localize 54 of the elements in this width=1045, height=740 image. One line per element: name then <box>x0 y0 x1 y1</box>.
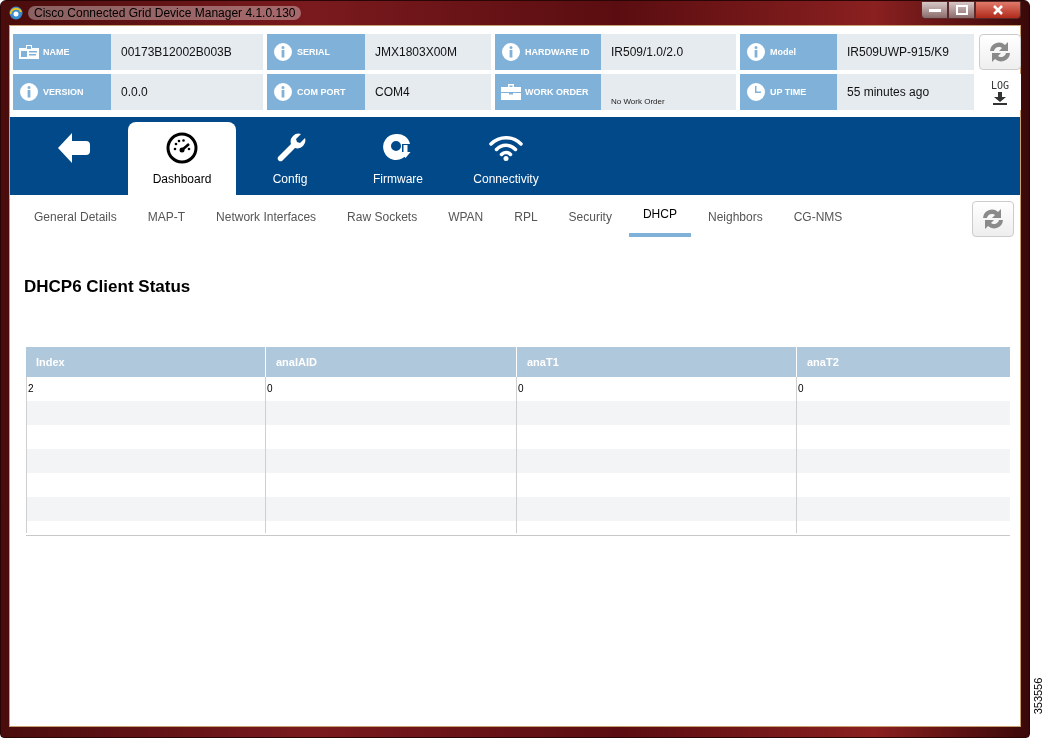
speedometer-icon <box>166 132 198 164</box>
clock-icon <box>747 83 765 101</box>
sub-tab[interactable]: Security <box>554 201 626 237</box>
field-label: Model <box>770 46 796 58</box>
field-value: IR509UWP-915/K9 <box>837 34 974 70</box>
minimize-button[interactable] <box>921 1 948 19</box>
info-icon <box>502 43 520 61</box>
back-arrow-icon <box>58 133 90 163</box>
field-value: IR509/1.0/2.0 <box>601 34 736 70</box>
minimize-icon <box>928 8 941 12</box>
app-logo-icon <box>9 6 23 20</box>
wifi-icon <box>489 135 523 161</box>
maximize-icon <box>955 5 968 15</box>
refresh-button[interactable] <box>972 201 1014 237</box>
sub-tab[interactable]: Network Interfaces <box>202 201 331 237</box>
field-value: 0.0.0 <box>111 74 263 110</box>
field-value: JMX1803X00M <box>365 34 491 70</box>
nav-tab[interactable]: Dashboard <box>128 122 236 195</box>
sub-tab[interactable]: General Details <box>20 201 131 237</box>
window-title: Cisco Connected Grid Device Manager 4.1.0.130 <box>28 6 302 20</box>
field-value: COM4 <box>365 74 491 110</box>
refresh-button[interactable] <box>979 34 1021 70</box>
field-label: SERIAL <box>297 46 330 58</box>
nav-tab[interactable]: Config <box>236 122 344 195</box>
field-label: NAME <box>43 46 70 58</box>
sub-tab[interactable]: Neighbors <box>693 201 777 237</box>
nav-tab[interactable]: Firmware <box>344 122 452 195</box>
info-icon <box>274 43 292 61</box>
sub-tab[interactable]: Raw Sockets <box>333 201 432 237</box>
field-value: No Work Order <box>601 74 736 110</box>
close-button[interactable] <box>975 1 1021 19</box>
info-icon <box>747 43 765 61</box>
info-icon <box>274 83 292 101</box>
info-icon <box>20 83 38 101</box>
field-label: UP TIME <box>770 86 807 98</box>
sub-tab[interactable]: MAP-T <box>133 201 200 237</box>
sub-tab[interactable]: DHCP <box>628 201 691 237</box>
field-value: 55 minutes ago <box>837 74 974 110</box>
sub-tab[interactable]: CG-NMS <box>779 201 857 237</box>
maximize-button[interactable] <box>948 1 975 19</box>
field-label: WORK ORDER <box>525 86 589 98</box>
field-value: 00173B12002B003B <box>111 34 263 70</box>
section-title: DHCP6 Client Status <box>24 277 192 297</box>
field-label: HARDWARE ID <box>525 46 590 58</box>
figure-number: 353556 <box>1032 677 1045 715</box>
nav-tab[interactable]: Connectivity <box>452 122 560 195</box>
field-label: COM PORT <box>297 86 346 98</box>
sub-tab[interactable]: WPAN <box>434 201 498 237</box>
close-icon <box>992 4 1004 16</box>
download-icon <box>993 91 1007 105</box>
field-label: VERSION <box>43 86 84 98</box>
id-card-icon <box>19 45 39 59</box>
sub-tab[interactable]: RPL <box>500 201 552 237</box>
briefcase-icon <box>501 84 521 100</box>
